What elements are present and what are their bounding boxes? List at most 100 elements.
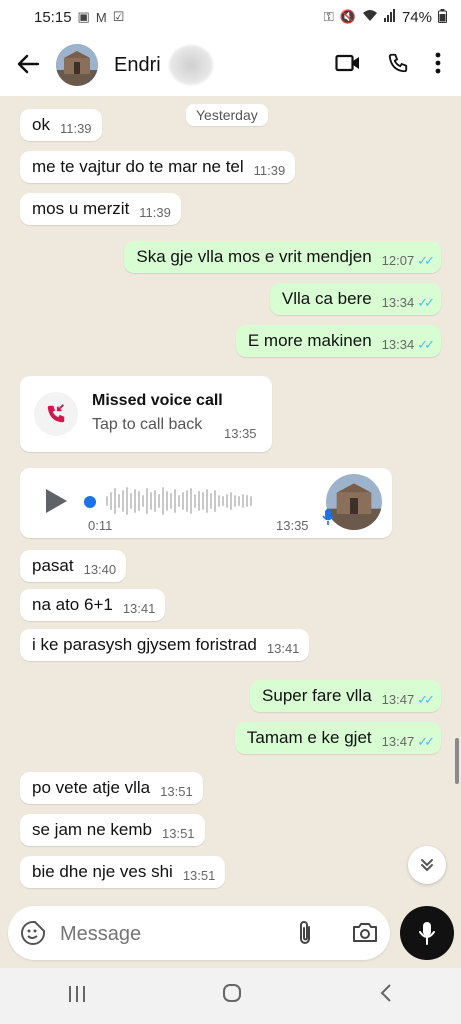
- message-bubble[interactable]: Vlla ca bere 13:34 ✓✓: [269, 283, 441, 315]
- gmail-icon: M: [95, 9, 107, 25]
- message-bubble[interactable]: po vete atje vlla 13:51: [20, 772, 203, 804]
- gallery-icon: ▣: [77, 9, 90, 24]
- message-bubble[interactable]: E more makinen 13:34 ✓✓: [235, 325, 441, 357]
- waveform-bar: [130, 493, 132, 509]
- waveform-bar: [150, 492, 152, 510]
- message-list[interactable]: Yesterday ok 11:39 me te vajtur do te mar…: [0, 96, 461, 908]
- message-time: 13:51: [160, 784, 193, 799]
- video-camera-icon: [335, 54, 359, 71]
- video-call-button[interactable]: [335, 54, 361, 77]
- read-receipt-icon: ✓✓: [417, 692, 435, 707]
- missed-call-subtitle: Tap to call back: [92, 416, 203, 433]
- message-time: 13:47: [381, 692, 415, 707]
- microphone-icon: [419, 922, 435, 945]
- read-receipt-icon: ✓✓: [417, 337, 435, 352]
- read-receipt-icon: ✓✓: [417, 295, 435, 310]
- message-text: mos u merzit: [32, 199, 130, 218]
- status-bar: 15:15 ▣ M ☑ ⚿ 🔇 74%: [0, 0, 461, 34]
- message-text: se jam ne kemb: [32, 820, 152, 839]
- back-button[interactable]: [0, 50, 56, 81]
- message-bubble[interactable]: se jam ne kemb 13:51: [20, 814, 205, 846]
- message-text: Ska gje vlla mos e vrit mendjen: [136, 247, 372, 266]
- message-text: Tamam e ke gjet: [246, 728, 372, 747]
- sender-avatar: [326, 474, 382, 530]
- waveform-bar: [118, 494, 120, 508]
- missed-call-bubble[interactable]: Missed voice call Tap to call back 13:35: [20, 376, 272, 452]
- message-text: na ato 6+1: [32, 595, 113, 614]
- message-input[interactable]: [58, 918, 282, 950]
- wifi-icon: [362, 9, 378, 25]
- key-icon: ⚿: [323, 9, 334, 24]
- scrollbar[interactable]: [455, 738, 459, 784]
- home-button[interactable]: [222, 983, 242, 1009]
- missed-call-icon: [34, 392, 78, 436]
- message-bubble[interactable]: Super fare vlla 13:47 ✓✓: [250, 680, 441, 712]
- waveform[interactable]: [106, 486, 312, 516]
- message-time: 13:41: [266, 641, 300, 656]
- message-bubble[interactable]: i ke parasysh gjysem foristrad 13:41: [20, 629, 310, 661]
- message-text: E more makinen: [247, 331, 372, 350]
- arrow-left-icon: [17, 54, 40, 73]
- message-bubble[interactable]: na ato 6+1 13:41: [20, 589, 166, 621]
- camera-button[interactable]: [352, 921, 378, 948]
- message-bubble[interactable]: bie dhe nje ves shi 13:51: [20, 856, 226, 888]
- waveform-bar: [170, 493, 172, 509]
- read-receipt-icon: ✓✓: [417, 253, 435, 268]
- contact-name[interactable]: Endri: [114, 54, 161, 77]
- message-bubble[interactable]: me te vajtur do te mar ne tel 11:39: [20, 151, 296, 183]
- waveform-bar: [250, 496, 252, 506]
- battery-icon: [438, 8, 447, 26]
- message-time: 11:39: [59, 121, 92, 136]
- sticker-button[interactable]: [20, 920, 46, 951]
- message-text: ok: [32, 115, 50, 134]
- waveform-bar: [166, 491, 168, 511]
- scroll-to-bottom-button[interactable]: [408, 846, 446, 884]
- message-text: bie dhe nje ves shi: [32, 862, 173, 881]
- waveform-bar: [142, 495, 144, 507]
- message-composer: [8, 906, 390, 960]
- waveform-bar: [114, 488, 116, 514]
- message-bubble[interactable]: mos u merzit 11:39: [20, 193, 181, 225]
- waveform-bar: [126, 487, 128, 515]
- chat-header: Endri: [0, 34, 461, 96]
- voice-call-button[interactable]: [387, 52, 409, 79]
- message-text: pasat: [32, 556, 74, 575]
- message-text: i ke parasysh gjysem foristrad: [32, 635, 257, 654]
- read-receipt-icon: ✓✓: [417, 734, 435, 749]
- waveform-bar: [158, 494, 160, 508]
- message-bubble[interactable]: Ska gje vlla mos e vrit mendjen 12:07 ✓✓: [124, 241, 441, 273]
- battery-level: 74%: [401, 8, 432, 26]
- waveform-bar: [210, 493, 212, 509]
- check-icon: ☑: [112, 9, 125, 24]
- waveform-bar: [246, 495, 248, 507]
- waveform-bar: [190, 488, 192, 514]
- contact-avatar[interactable]: [56, 44, 98, 86]
- waveform-bar: [222, 496, 224, 506]
- waveform-bar: [226, 494, 228, 508]
- waveform-bar: [238, 496, 240, 506]
- mic-badge-icon: [322, 508, 334, 531]
- play-button[interactable]: [44, 488, 68, 519]
- waveform-bar: [186, 490, 188, 512]
- back-nav-button[interactable]: [379, 983, 393, 1009]
- message-bubble[interactable]: Tamam e ke gjet 13:47 ✓✓: [234, 722, 441, 754]
- voice-message-bubble[interactable]: 0:11 13:35: [20, 468, 392, 538]
- message-bubble[interactable]: pasat 13:40: [20, 550, 127, 582]
- waveform-bar: [198, 491, 200, 511]
- signal-icon: [383, 9, 396, 25]
- seek-handle[interactable]: [84, 496, 96, 508]
- message-time: 13:41: [122, 601, 156, 616]
- waveform-bar: [242, 494, 244, 508]
- recent-apps-button[interactable]: [68, 983, 86, 1009]
- waveform-bar: [106, 496, 108, 506]
- message-time: 13:51: [182, 868, 216, 883]
- message-bubble[interactable]: ok 11:39: [20, 109, 102, 141]
- message-time: 13:34: [381, 337, 415, 352]
- phone-icon: [388, 53, 408, 72]
- message-time: 13:35: [276, 518, 309, 533]
- waveform-bar: [218, 495, 220, 507]
- voice-record-button[interactable]: [400, 906, 454, 960]
- more-options-button[interactable]: [435, 52, 441, 79]
- waveform-bar: [178, 495, 180, 507]
- attach-button[interactable]: [296, 920, 314, 951]
